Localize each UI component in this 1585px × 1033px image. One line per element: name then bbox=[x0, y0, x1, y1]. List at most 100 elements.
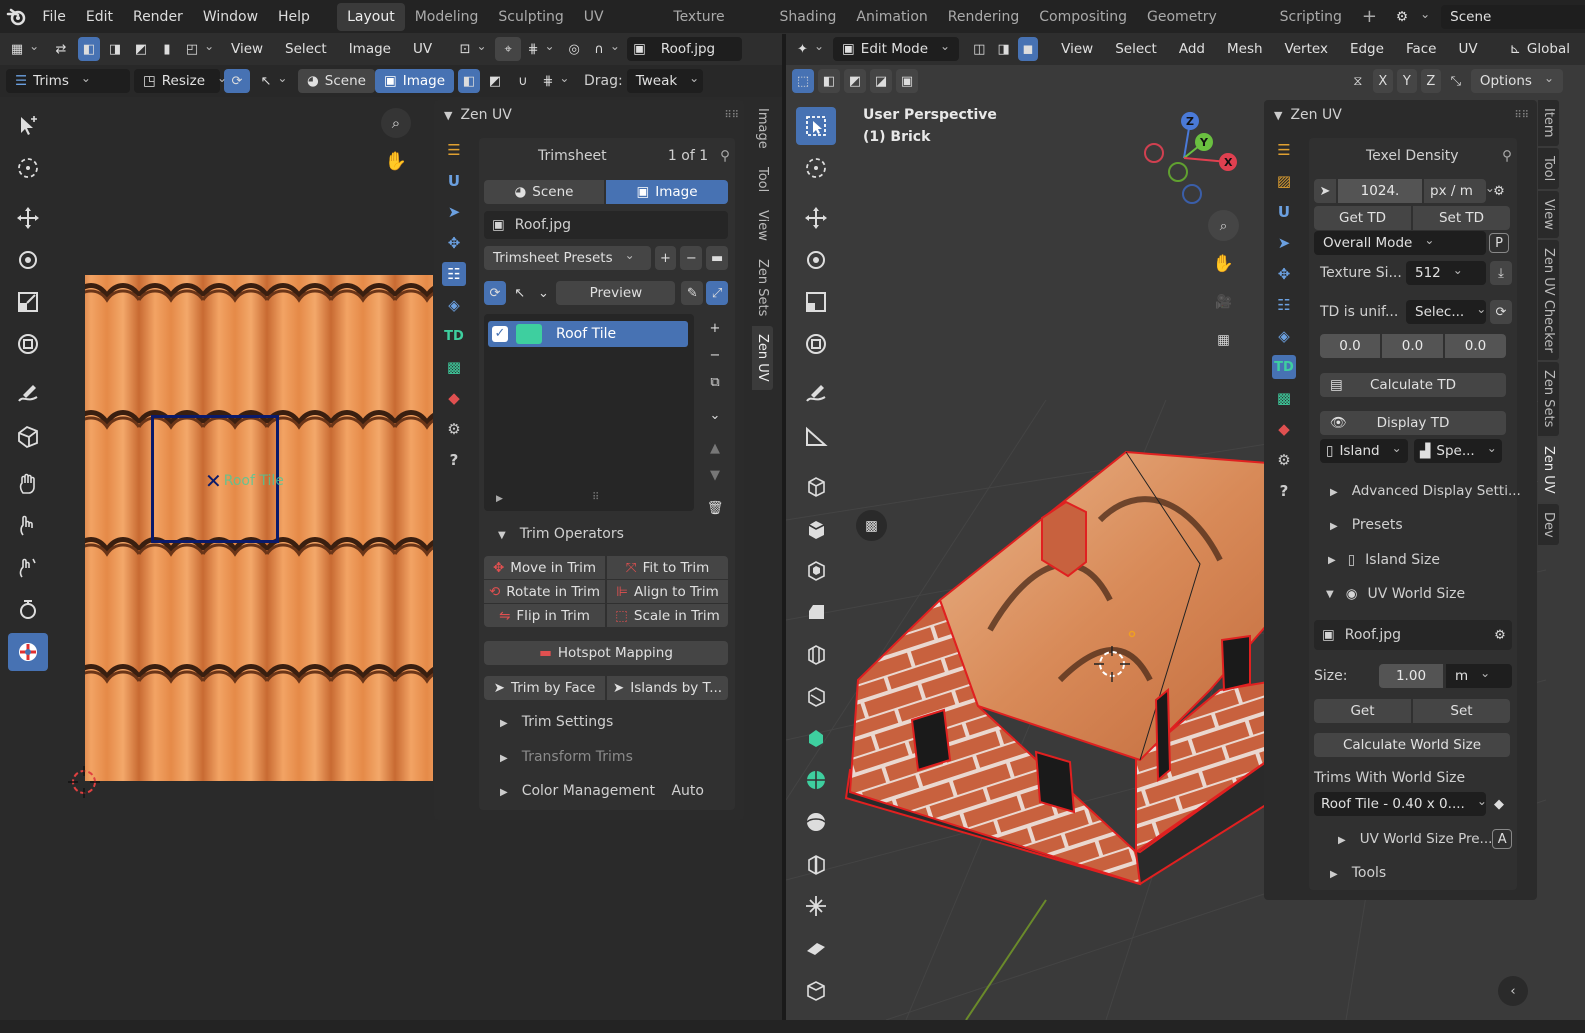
vertex-mode-icon[interactable]: ◫ bbox=[969, 37, 989, 61]
select-subtract-icon[interactable]: ◩ bbox=[844, 69, 866, 93]
vp-menu-add[interactable]: Add bbox=[1170, 37, 1214, 61]
snap-icon[interactable]: ⌖ bbox=[495, 37, 522, 61]
trim-operators-header[interactable]: Trim Operators bbox=[498, 522, 624, 546]
options-dropdown[interactable]: Options bbox=[1470, 69, 1563, 93]
image-toggle-button[interactable]: ▣ Image bbox=[374, 69, 454, 93]
mirror-z-button[interactable]: Z bbox=[1420, 69, 1441, 93]
td-unit-dropdown[interactable]: px / m bbox=[1424, 179, 1486, 203]
rotate-tool-icon[interactable] bbox=[8, 241, 48, 279]
section-island-size[interactable]: ▶ ▯ Island Size bbox=[1328, 548, 1508, 572]
list-expand-arrow-icon[interactable]: ▶ bbox=[496, 494, 503, 504]
auto-merge-icon[interactable]: ⤡ bbox=[1445, 69, 1467, 93]
td-picker-icon[interactable]: ➤ bbox=[1314, 179, 1336, 203]
menu-edit[interactable]: Edit bbox=[76, 3, 123, 31]
calculate-td-button[interactable]: ▤ Calculate TD bbox=[1320, 373, 1506, 397]
trim-checkbox[interactable]: ✓ bbox=[492, 326, 508, 342]
drag-handle-icon[interactable]: ⠿⠿ bbox=[1514, 110, 1529, 121]
scale-in-trim-button[interactable]: ⬚ Scale in Trim bbox=[607, 604, 728, 627]
trim-by-face-button[interactable]: ➤ Trim by Face bbox=[484, 676, 605, 700]
preview-cursor-icon[interactable]: ↖ bbox=[509, 281, 531, 305]
trim-world-size-dropdown[interactable]: Roof Tile - 0.40 x 0.... bbox=[1314, 792, 1486, 816]
select-extend-icon[interactable]: ◧ bbox=[818, 69, 840, 93]
trim-tool-icon[interactable] bbox=[8, 633, 48, 671]
td-mode-key-button[interactable]: P bbox=[1489, 233, 1509, 253]
td-value-field[interactable]: 1024. bbox=[1338, 179, 1422, 203]
vtab-zen-sets[interactable]: Zen Sets bbox=[1538, 362, 1559, 436]
presets-key-button[interactable]: A bbox=[1492, 829, 1512, 849]
section-color-management[interactable]: Color Management Auto bbox=[500, 779, 728, 803]
vp-menu-select[interactable]: Select bbox=[1106, 37, 1166, 61]
scene-toggle-button[interactable]: ◕ Scene bbox=[298, 69, 375, 93]
add-workspace-icon[interactable]: + bbox=[1352, 3, 1387, 31]
trim-list-item[interactable]: ✓ Roof Tile bbox=[488, 321, 688, 347]
mirror-y-button[interactable]: Y bbox=[1396, 69, 1417, 93]
td-value-z[interactable]: 0.0 bbox=[1445, 334, 1506, 358]
sync-selection-icon[interactable]: ⇄ bbox=[48, 37, 74, 61]
vtab-item[interactable]: Item bbox=[1538, 100, 1559, 146]
trim-move-down-icon[interactable]: ▼ bbox=[704, 463, 726, 487]
align-to-trim-button[interactable]: ⊫ Align to Trim bbox=[607, 580, 728, 603]
cursor-mode-icon[interactable]: ↖ bbox=[254, 69, 294, 93]
image-name-field[interactable]: Roof.jpg bbox=[651, 37, 742, 61]
vtab-image[interactable]: Image bbox=[752, 100, 773, 157]
tab-compositing[interactable]: Compositing bbox=[1029, 3, 1137, 31]
world-size-get-button[interactable]: Get bbox=[1314, 699, 1411, 723]
trimsheet-image-row[interactable]: ▣ Roof.jpg bbox=[484, 211, 728, 239]
trim-add-icon[interactable]: + bbox=[704, 316, 726, 340]
vtab-view[interactable]: View bbox=[752, 201, 773, 249]
vertex-select-icon[interactable]: ◧ bbox=[78, 37, 100, 61]
vp-edge-slide-icon[interactable] bbox=[796, 845, 836, 883]
vp-smooth-icon[interactable] bbox=[796, 803, 836, 841]
fit-icon[interactable]: ⤢ bbox=[706, 281, 729, 305]
navigation-gizmo[interactable]: Z Y X bbox=[1140, 108, 1244, 208]
trimsheet-scene-button[interactable]: ◕ Scene bbox=[484, 180, 604, 204]
vtab-dev[interactable]: Dev bbox=[1538, 503, 1559, 546]
checker-icon[interactable]: ▩ bbox=[1272, 386, 1296, 410]
td-icon[interactable]: TD bbox=[1272, 355, 1296, 379]
section-presets[interactable]: Presets bbox=[1330, 513, 1510, 537]
tab-layout[interactable]: Layout bbox=[337, 3, 405, 31]
viewport-editor-type-icon[interactable]: ✦ bbox=[792, 37, 829, 61]
magnet-icon[interactable]: ∪ bbox=[510, 69, 536, 93]
vp-shrink-icon[interactable] bbox=[796, 887, 836, 925]
scene-selector-icon[interactable]: ⚙ bbox=[1387, 5, 1439, 29]
vp-select-box-icon[interactable] bbox=[796, 107, 836, 145]
resize-dropdown[interactable]: ◳ Resize bbox=[134, 69, 220, 93]
transform-icon[interactable]: ✥ bbox=[1272, 262, 1296, 286]
vp-scale-icon[interactable] bbox=[796, 283, 836, 321]
trim-delete-icon[interactable]: 🗑 bbox=[704, 496, 726, 520]
uv-u-icon[interactable]: U bbox=[1272, 200, 1296, 224]
cursor-tool-icon[interactable] bbox=[8, 149, 48, 187]
trim-color-swatch[interactable] bbox=[516, 324, 542, 344]
vp-measure-icon[interactable] bbox=[796, 417, 836, 455]
transform-icon[interactable]: ✥ bbox=[442, 231, 466, 255]
display-td-button[interactable]: 👁 Display TD bbox=[1320, 411, 1506, 435]
trim-menu-icon[interactable]: ⌄ bbox=[704, 403, 726, 427]
select-invert-icon[interactable]: ◪ bbox=[870, 69, 892, 93]
help-icon[interactable]: ? bbox=[442, 448, 466, 472]
move-in-trim-button[interactable]: ✥ Move in Trim bbox=[484, 556, 605, 579]
vp-menu-vertex[interactable]: Vertex bbox=[1276, 37, 1337, 61]
move-tool-icon[interactable] bbox=[8, 199, 48, 237]
tab-rendering[interactable]: Rendering bbox=[938, 3, 1030, 31]
vp-move-icon[interactable] bbox=[796, 199, 836, 237]
vtab-view[interactable]: View bbox=[1538, 190, 1559, 238]
keyframe-diamond-icon[interactable]: ◆ bbox=[1489, 792, 1509, 816]
trims-tool-dropdown[interactable]: ☰ Trims bbox=[6, 69, 130, 93]
set-td-button[interactable]: Set TD bbox=[1413, 206, 1510, 230]
vp-menu-view[interactable]: View bbox=[1052, 37, 1102, 61]
menu-help[interactable]: Help bbox=[268, 3, 320, 31]
mirror-x-button[interactable]: X bbox=[1372, 69, 1393, 93]
face-mode-icon[interactable]: ◼ bbox=[1017, 37, 1039, 61]
tab-shading[interactable]: Shading bbox=[770, 3, 847, 31]
menu-window[interactable]: Window bbox=[193, 3, 268, 31]
pinch-tool-icon[interactable] bbox=[8, 549, 48, 587]
help-icon[interactable]: ? bbox=[1272, 479, 1296, 503]
select-mode-icon[interactable]: ⟳ bbox=[224, 69, 250, 93]
grid-snap-icon[interactable]: ⋕ bbox=[540, 69, 572, 93]
vp-knife-icon[interactable] bbox=[796, 677, 836, 715]
trim-move-up-icon[interactable]: ▲ bbox=[704, 436, 726, 460]
edge-mode-icon[interactable]: ◨ bbox=[993, 37, 1013, 61]
uv-menu-view[interactable]: View bbox=[222, 37, 272, 61]
vp-perspective-grid-icon[interactable]: ▦ bbox=[1208, 324, 1239, 355]
